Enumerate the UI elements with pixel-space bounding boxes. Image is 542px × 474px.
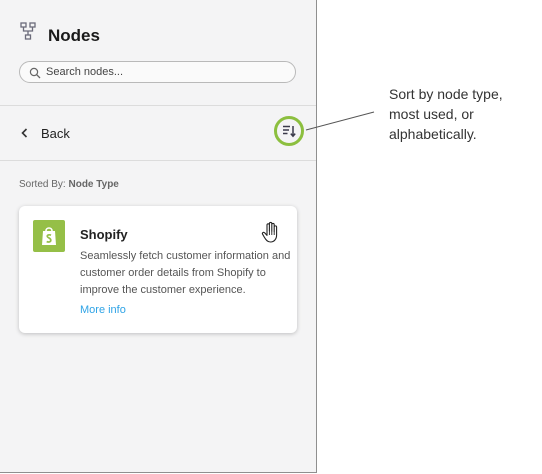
callout-text: Sort by node type, most used, or alphabe…	[389, 86, 503, 142]
callout-leader-line	[305, 111, 375, 131]
